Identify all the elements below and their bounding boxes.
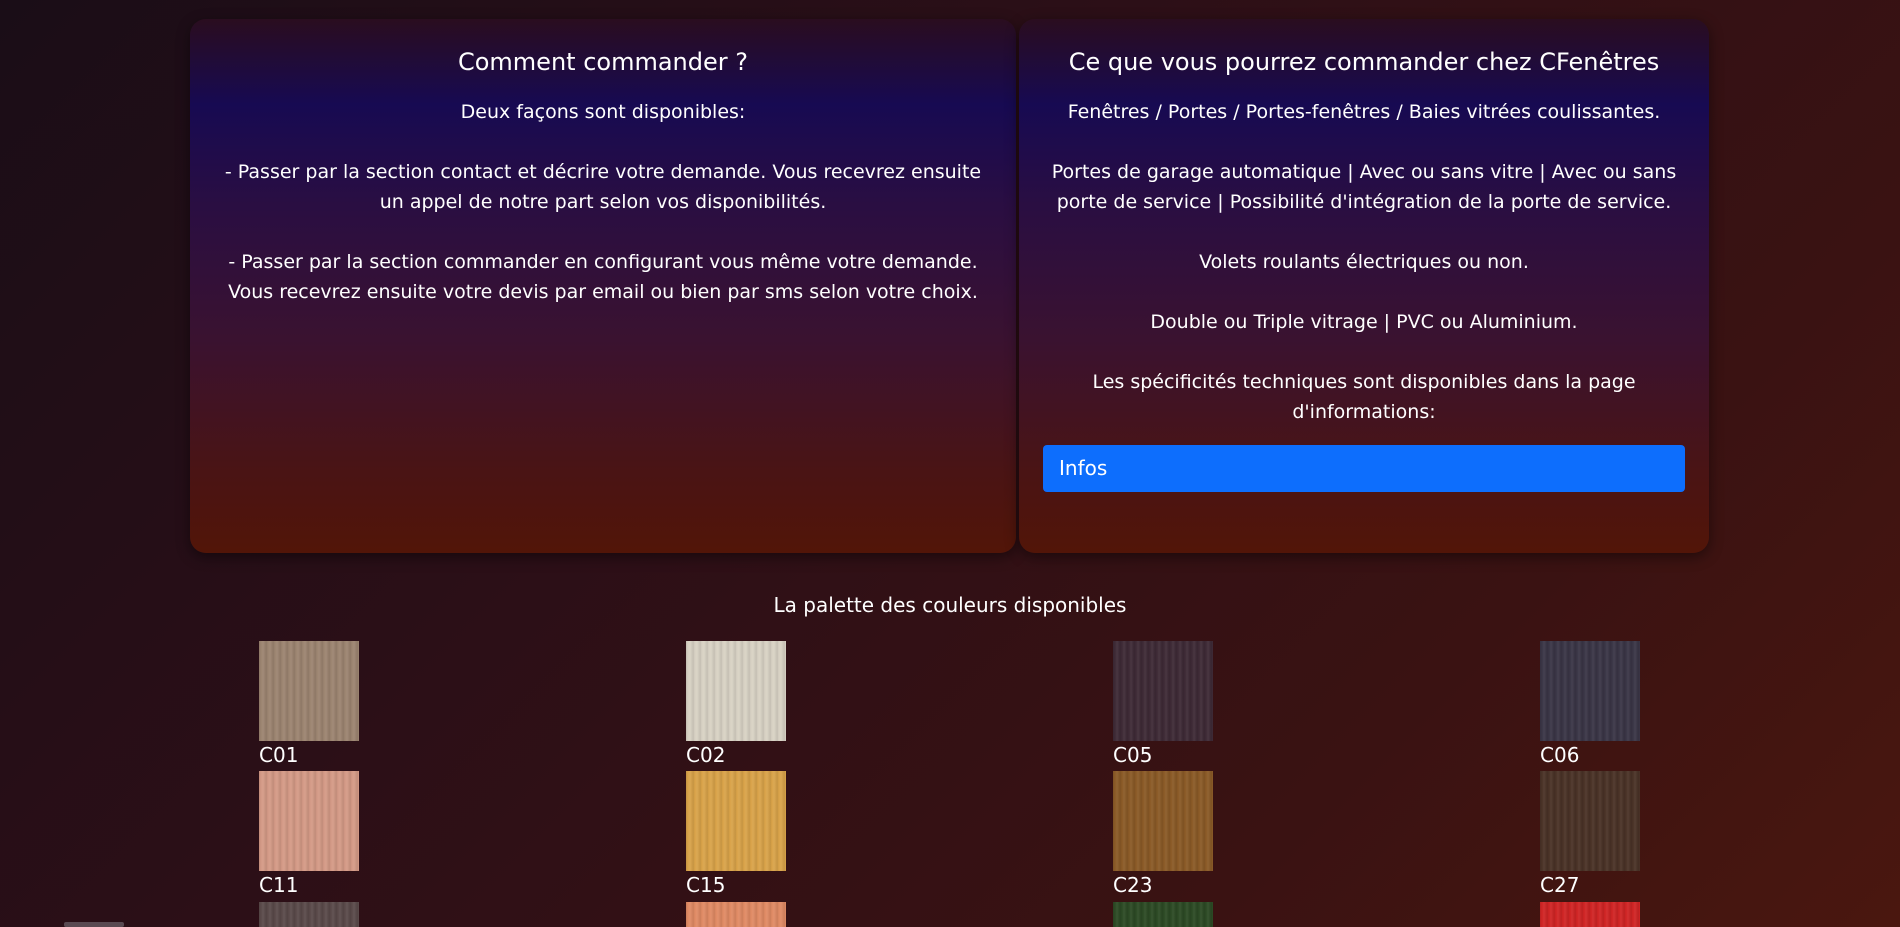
swatch-tile[interactable] xyxy=(1113,641,1213,741)
swatch-tile[interactable] xyxy=(686,771,786,871)
swatch-tile-partial[interactable] xyxy=(259,902,359,927)
swatch-code: C06 xyxy=(1540,743,1580,767)
swatch-code: C23 xyxy=(1113,873,1153,897)
order-option-configure-text: - Passer par la section commander en con… xyxy=(228,251,978,303)
color-swatch[interactable]: C15 xyxy=(686,771,786,898)
swatch-tile[interactable] xyxy=(686,641,786,741)
swatch-code: C05 xyxy=(1113,743,1153,767)
color-swatch[interactable]: C05 xyxy=(1113,641,1213,768)
swatch-tile-partial[interactable] xyxy=(686,902,786,927)
color-swatch[interactable]: C27 xyxy=(1540,771,1640,898)
catalog-products-text: Fenêtres / Portes / Portes-fenêtres / Ba… xyxy=(1067,101,1661,123)
infos-button[interactable]: Infos xyxy=(1043,445,1685,492)
how-to-order-card: Comment commander ? Deux façons sont dis… xyxy=(190,19,1016,553)
swatch-tile[interactable] xyxy=(259,641,359,741)
catalog-glazing-text: Double ou Triple vitrage | PVC ou Alumin… xyxy=(1150,311,1578,333)
color-swatch[interactable]: C02 xyxy=(686,641,786,768)
swatch-code: C11 xyxy=(259,873,299,897)
order-intro-text: Deux façons sont disponibles: xyxy=(460,101,746,123)
swatch-tile[interactable] xyxy=(1113,771,1213,871)
swatch-tile[interactable] xyxy=(1540,641,1640,741)
swatch-tile-partial[interactable] xyxy=(1113,902,1213,927)
catalog-garage-text: Portes de garage automatique | Avec ou s… xyxy=(1051,161,1677,213)
swatch-code: C15 xyxy=(686,873,726,897)
catalog-specs-text: Les spécificités techniques sont disponi… xyxy=(1092,371,1636,423)
swatch-tile-partial[interactable] xyxy=(1540,902,1640,927)
color-swatch[interactable]: C11 xyxy=(259,771,359,898)
swatch-tile[interactable] xyxy=(1540,771,1640,871)
color-swatch[interactable]: C06 xyxy=(1540,641,1640,768)
color-swatch[interactable]: C01 xyxy=(259,641,359,768)
catalog-shutters-text: Volets roulants électriques ou non. xyxy=(1199,251,1529,273)
order-option-contact-text: - Passer par la section contact et décri… xyxy=(224,161,982,213)
catalog-title: Ce que vous pourrez commander chez CFenê… xyxy=(1068,48,1660,76)
color-swatch[interactable]: C23 xyxy=(1113,771,1213,898)
catalog-card: Ce que vous pourrez commander chez CFenê… xyxy=(1019,19,1709,553)
swatch-code: C27 xyxy=(1540,873,1580,897)
swatch-code: C02 xyxy=(686,743,726,767)
swatch-tile[interactable] xyxy=(259,771,359,871)
how-to-order-title: Comment commander ? xyxy=(457,48,748,76)
horizontal-scrollbar-thumb[interactable] xyxy=(64,922,124,927)
palette-title: La palette des couleurs disponibles xyxy=(773,593,1127,617)
swatch-code: C01 xyxy=(259,743,299,767)
